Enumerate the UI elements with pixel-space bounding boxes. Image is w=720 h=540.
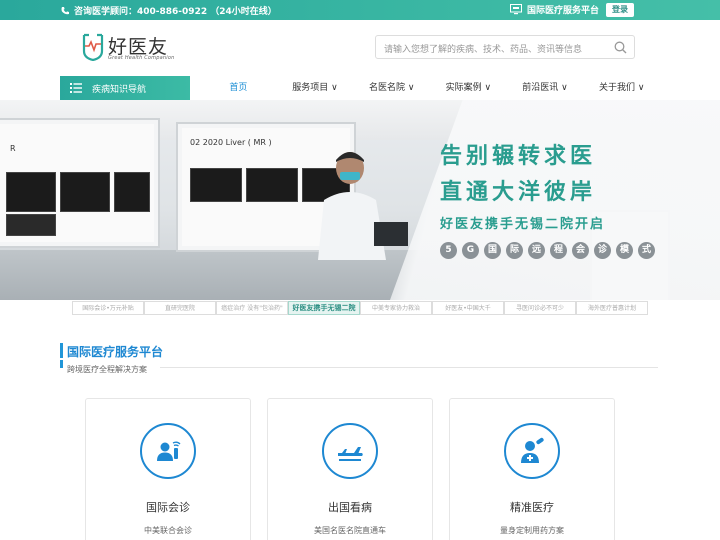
card-desc: 量身定制用药方案 xyxy=(500,526,564,535)
mode-char: G xyxy=(462,242,479,259)
mode-char: 5 xyxy=(440,242,457,259)
doctor-photo xyxy=(318,152,408,260)
airplane-icon xyxy=(338,447,363,461)
search-icon[interactable] xyxy=(614,41,627,54)
platform-link-label: 国际医疗服务平台 xyxy=(527,6,600,16)
section-subtitle: 跨境医疗全程解决方案 xyxy=(67,365,147,374)
banner-tabs: 国际会诊•万元补贴 直研完医院 癌症治疗 没有"包治药" 好医友携手无锡二院 中… xyxy=(72,300,648,316)
platform-link[interactable]: 国际医疗服务平台 xyxy=(510,3,599,16)
mode-char: 式 xyxy=(638,242,655,259)
mode-char: 会 xyxy=(572,242,589,259)
banner-tab[interactable]: 中美专家协力救治 xyxy=(360,301,432,315)
banner-headline-3: 好医友携手无锡二院开启 xyxy=(440,217,606,232)
center-monitor-text: 02 2020 Liver ( MR ) xyxy=(190,138,272,147)
left-monitor-text: R xyxy=(10,144,16,153)
top-bar: 咨询医学顾问：400-886-0922 （24小时在线） 国际医疗服务平台 登录 xyxy=(0,0,720,20)
nav-item-about[interactable]: 关于我们 ∨ xyxy=(583,76,660,100)
shield-logo-icon xyxy=(82,33,104,61)
service-card-consultation[interactable]: 国际会诊 中美联合会诊 xyxy=(85,398,251,540)
section-accent-bar xyxy=(60,343,63,358)
service-card-travel[interactable]: 出国看病 美国名医名院直通车 xyxy=(267,398,433,540)
card-desc: 中美联合会诊 xyxy=(144,526,192,535)
login-button[interactable]: 登录 xyxy=(606,3,634,17)
nav-item-services[interactable]: 服务项目 ∨ xyxy=(277,76,354,100)
doctor-icon xyxy=(521,437,544,463)
monitor-icon xyxy=(510,4,522,15)
banner-tab-active[interactable]: 好医友携手无锡二院 xyxy=(288,301,360,315)
mode-char: 诊 xyxy=(594,242,611,259)
card-title: 精准医疗 xyxy=(510,501,554,514)
nav-item-hospitals[interactable]: 名医名院 ∨ xyxy=(353,76,430,100)
consultation-icon xyxy=(157,441,181,461)
nav-item-cases[interactable]: 实际案例 ∨ xyxy=(430,76,507,100)
banner-mode-pills: 5 G 国 际 远 程 会 诊 模 式 xyxy=(440,242,655,259)
left-monitor-image: R xyxy=(0,118,160,248)
mode-char: 际 xyxy=(506,242,523,259)
section-title: 国际医疗服务平台 xyxy=(67,345,164,359)
main-nav: 首页 服务项目 ∨ 名医名院 ∨ 实际案例 ∨ 前沿医讯 ∨ 关于我们 ∨ xyxy=(200,76,660,100)
banner-tab[interactable]: 直研完医院 xyxy=(144,301,216,315)
service-card-precision[interactable]: 精准医疗 量身定制用药方案 xyxy=(449,398,615,540)
banner-tab[interactable]: 寻医问诊必不可少 xyxy=(504,301,576,315)
mode-char: 国 xyxy=(484,242,501,259)
phone-icon xyxy=(61,6,69,14)
consult-phone: 咨询医学顾问：400-886-0922 （24小时在线） xyxy=(60,4,277,17)
menu-icon xyxy=(70,83,82,93)
banner-headline-2: 直通大洋彼岸 xyxy=(440,180,597,205)
site-logo[interactable]: 好医友 Great Health Companion xyxy=(82,31,194,65)
banner-tab[interactable]: 国际会诊•万元补贴 xyxy=(72,301,144,315)
mode-char: 远 xyxy=(528,242,545,259)
logo-tagline: Great Health Companion xyxy=(108,55,175,61)
mode-char: 模 xyxy=(616,242,633,259)
nav-item-news[interactable]: 前沿医讯 ∨ xyxy=(507,76,584,100)
banner-tab[interactable]: 好医友•中国大千 xyxy=(432,301,504,315)
banner-tab[interactable]: 海外医疗普惠计划 xyxy=(576,301,648,315)
card-title: 国际会诊 xyxy=(146,501,190,514)
card-desc: 美国名医名院直通车 xyxy=(314,526,386,535)
card-title: 出国看病 xyxy=(328,501,372,514)
search-box[interactable]: 请输入您想了解的疾病、技术、药品、资讯等信息 xyxy=(375,35,635,59)
disease-nav-button[interactable]: 疾病知识导航 xyxy=(60,76,190,100)
banner-tab[interactable]: 癌症治疗 没有"包治药" xyxy=(216,301,288,315)
nav-item-home[interactable]: 首页 xyxy=(200,76,277,100)
banner-headline-1: 告别辗转求医 xyxy=(440,144,597,169)
search-input[interactable]: 请输入您想了解的疾病、技术、药品、资讯等信息 xyxy=(384,42,582,55)
disease-nav-label: 疾病知识导航 xyxy=(92,84,147,95)
hero-banner[interactable]: R 02 2020 Liver ( MR ) xyxy=(0,100,720,300)
section-divider xyxy=(160,367,658,368)
mode-char: 程 xyxy=(550,242,567,259)
consult-phone-text: 咨询医学顾问：400-886-0922 （24小时在线） xyxy=(74,7,277,17)
